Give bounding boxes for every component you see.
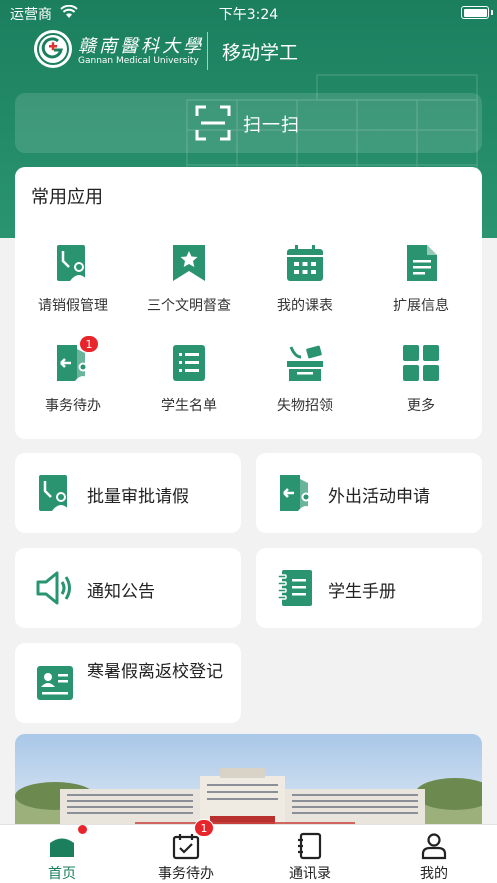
leave-icon [39, 475, 70, 511]
speaker-icon [36, 571, 71, 605]
university-logo [34, 30, 72, 68]
tab-label: 首页 [48, 866, 76, 882]
tile-announcements[interactable]: 通知公告 [15, 548, 241, 628]
scan-label: 扫一扫 [243, 115, 300, 136]
calendar-check-icon [172, 834, 200, 860]
app-student-list[interactable]: 学生名单 [131, 343, 247, 423]
app-label: 扩展信息 [393, 298, 449, 314]
grid-icon [403, 345, 439, 381]
home-icon [50, 838, 74, 857]
document-icon [407, 245, 437, 281]
app-pending-tasks[interactable]: 1 事务待办 [15, 335, 131, 423]
campus-building-illustration [15, 768, 482, 834]
pending-badge: 1 [79, 335, 99, 353]
app-leave-management[interactable]: 请销假管理 [15, 243, 131, 323]
tab-pending-tasks[interactable]: 1 事务待办 [124, 819, 248, 883]
bookmark-star-icon [173, 245, 205, 281]
scan-icon [195, 105, 231, 141]
university-name-en: Gannan Medical University [78, 56, 199, 66]
app-title: 移动学工 [222, 42, 299, 64]
lost-found-icon [287, 345, 323, 381]
tile-batch-leave-approval[interactable]: 批量审批请假 [15, 453, 241, 533]
app-civility-inspection[interactable]: 三个文明督查 [131, 243, 247, 323]
campus-banner-image[interactable] [15, 734, 482, 834]
user-icon [421, 833, 447, 860]
door-exit-icon [280, 475, 314, 511]
tab-label: 事务待办 [158, 866, 214, 882]
tile-label: 寒暑假离返校登记 [87, 662, 223, 682]
app-label: 我的课表 [277, 298, 333, 314]
status-time: 下午3:24 [218, 7, 279, 23]
tab-label: 通讯录 [289, 866, 331, 882]
app-label: 事务待办 [45, 398, 101, 414]
tile-student-handbook[interactable]: 学生手册 [256, 548, 482, 628]
university-name-cn: 赣南醫科大學 [78, 36, 204, 57]
tile-outing-application[interactable]: 外出活动申请 [256, 453, 482, 533]
common-apps-card: 常用应用 请销假管理 三个文明督查 我的课表 扩展信息 1 事务待办 学生名单 … [15, 167, 482, 439]
tile-label: 通知公告 [87, 582, 155, 602]
app-label: 学生名单 [161, 398, 217, 414]
battery-tip [491, 10, 493, 15]
tab-home[interactable]: 首页 [0, 825, 124, 883]
app-label: 失物招领 [277, 398, 333, 414]
bottom-tab-bar: 首页 1 事务待办 通讯录 我的 [0, 819, 497, 883]
tab-label: 我的 [420, 866, 448, 882]
tile-label: 外出活动申请 [328, 487, 430, 507]
app-label: 请销假管理 [38, 298, 108, 314]
home-notification-dot [78, 825, 87, 834]
id-card-icon [37, 666, 73, 700]
notebook-icon [277, 570, 312, 606]
scan-button[interactable]: 扫一扫 [15, 93, 482, 153]
list-icon [173, 345, 205, 381]
header-divider [207, 32, 208, 70]
status-bar: 运营商 下午3:24 [0, 0, 497, 26]
app-extended-info[interactable]: 扩展信息 [363, 243, 479, 323]
app-label: 三个文明督查 [147, 298, 231, 314]
tile-vacation-registration[interactable]: 寒暑假离返校登记 [15, 643, 241, 723]
tile-label: 批量审批请假 [87, 487, 189, 507]
battery-icon [461, 6, 489, 19]
common-apps-title: 常用应用 [31, 187, 103, 208]
tile-label: 学生手册 [328, 582, 396, 602]
app-my-schedule[interactable]: 我的课表 [247, 243, 363, 323]
app-lost-and-found[interactable]: 失物招领 [247, 343, 363, 423]
tab-profile[interactable]: 我的 [372, 825, 496, 883]
tab-contacts[interactable]: 通讯录 [248, 825, 372, 883]
leave-icon [57, 245, 88, 281]
tasks-badge: 1 [194, 819, 214, 837]
calendar-icon [287, 245, 323, 281]
app-label: 更多 [407, 398, 435, 414]
contacts-book-icon [298, 832, 322, 860]
app-more[interactable]: 更多 [363, 343, 479, 423]
